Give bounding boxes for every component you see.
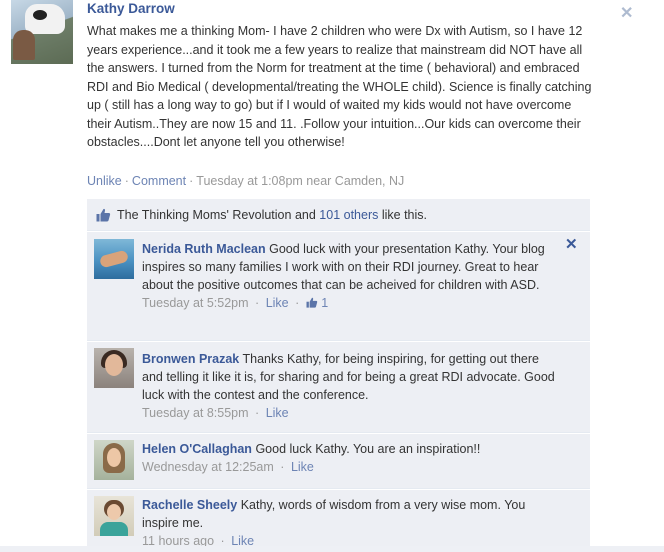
comment-body: Helen O'Callaghan Good luck Kathy. You a… <box>142 440 562 476</box>
commenter-name[interactable]: Bronwen Prazak <box>142 352 239 366</box>
commenter-name[interactable]: Helen O'Callaghan <box>142 442 252 456</box>
commenter-avatar[interactable] <box>94 496 134 536</box>
post-message: What makes me a thinking Mom- I have 2 c… <box>87 24 592 149</box>
commenter-avatar[interactable] <box>94 348 134 388</box>
post-timestamp[interactable]: Tuesday at 1:08pm near Camden, NJ <box>196 174 404 188</box>
commenter-avatar[interactable] <box>94 239 134 279</box>
likes-and: and <box>294 208 316 222</box>
avatar-face-shape <box>107 504 121 520</box>
author-avatar[interactable] <box>11 0 73 64</box>
avatar-face-shape <box>107 448 121 467</box>
likes-others-link[interactable]: 101 others <box>319 208 378 222</box>
comment-item: Helen O'Callaghan Good luck Kathy. You a… <box>87 433 590 489</box>
post-meta: Unlike · Comment · Tuesday at 1:08pm near Ca… <box>87 174 404 188</box>
comment-like-link[interactable]: Like <box>266 296 289 310</box>
feedback-panel: The Thinking Moms' Revolution and 101 ot… <box>87 199 590 550</box>
avatar-shirt-shape <box>100 522 128 536</box>
bottom-divider <box>0 546 664 552</box>
comment-body: Rachelle Sheely Kathy, words of wisdom f… <box>142 496 562 550</box>
avatar-cow-shape <box>25 4 65 34</box>
comment-time[interactable]: Wednesday at 12:25am <box>142 460 274 474</box>
likes-summary: The Thinking Moms' Revolution and 101 ot… <box>87 199 590 231</box>
comment-meta: Tuesday at 5:52pm · Like · 1 <box>142 294 562 312</box>
meta-separator: · <box>295 296 300 310</box>
comment-link[interactable]: Comment <box>132 174 186 188</box>
commenter-avatar[interactable] <box>94 440 134 480</box>
meta-separator: · <box>189 174 194 188</box>
comment-meta: Wednesday at 12:25am · Like <box>142 458 562 476</box>
comment-body: Bronwen Prazak Thanks Kathy, for being i… <box>142 350 562 422</box>
comment-like-count[interactable]: 1 <box>321 296 328 310</box>
commenter-name[interactable]: Nerida Ruth Maclean <box>142 242 266 256</box>
meta-separator: · <box>255 406 260 420</box>
unlike-link[interactable]: Unlike <box>87 174 122 188</box>
thumbs-up-icon <box>96 208 111 222</box>
avatar-face-shape <box>105 354 123 376</box>
meta-separator: · <box>280 460 285 474</box>
avatar-child-shape <box>13 30 35 60</box>
comment-time[interactable]: Tuesday at 8:55pm <box>142 406 249 420</box>
feed-story: Kathy Darrow ✕ What makes me a thinking … <box>0 0 664 552</box>
likes-text: The Thinking Moms' Revolution and 101 ot… <box>117 208 427 222</box>
commenter-name[interactable]: Rachelle Sheely <box>142 498 237 512</box>
liked-page-name[interactable]: The Thinking Moms' Revolution <box>117 208 291 222</box>
meta-separator: · <box>255 296 260 310</box>
close-icon[interactable]: ✕ <box>620 6 633 22</box>
author-name-link[interactable]: Kathy Darrow <box>87 1 175 16</box>
delete-comment-icon[interactable]: ✕ <box>565 235 578 253</box>
comment-item: Rachelle Sheely Kathy, words of wisdom f… <box>87 489 590 550</box>
comment-like-link[interactable]: Like <box>291 460 314 474</box>
thumbs-up-icon <box>306 297 317 308</box>
comment-text: Good luck Kathy. You are an inspiration!… <box>255 442 481 456</box>
comment-like-link[interactable]: Like <box>266 406 289 420</box>
comment-time[interactable]: Tuesday at 5:52pm <box>142 296 249 310</box>
comment-body: Nerida Ruth Maclean Good luck with your … <box>142 240 562 312</box>
comment-item: ✕ Nerida Ruth Maclean Good luck with you… <box>87 231 590 341</box>
meta-separator: · <box>124 174 129 188</box>
comment-meta: Tuesday at 8:55pm · Like <box>142 404 562 422</box>
likes-suffix: like this. <box>381 208 428 222</box>
comment-item: Bronwen Prazak Thanks Kathy, for being i… <box>87 341 590 433</box>
